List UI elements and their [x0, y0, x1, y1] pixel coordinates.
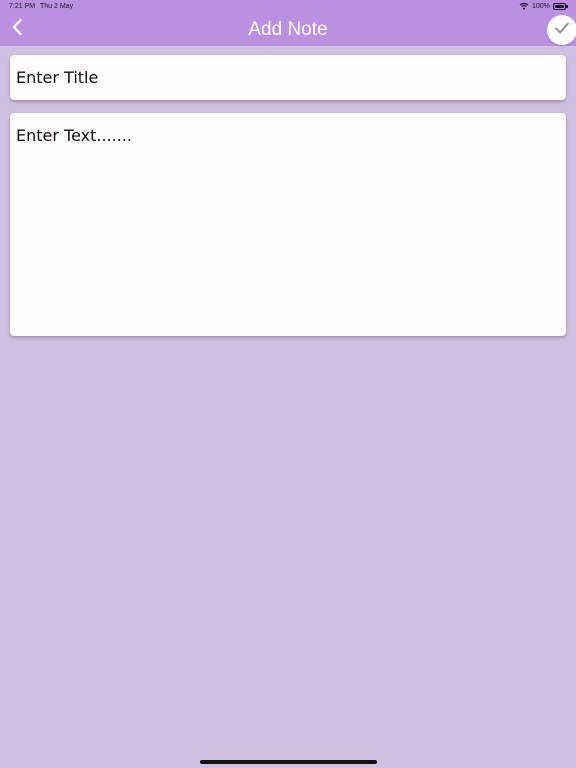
- battery-icon: [553, 3, 568, 10]
- checkmark-icon: [554, 21, 570, 40]
- status-date: Thu 2 May: [40, 3, 74, 10]
- page-title: Add Note: [248, 19, 328, 40]
- save-button[interactable]: [547, 15, 576, 45]
- status-time: 7:21 PM: [9, 3, 36, 10]
- note-text-area[interactable]: [10, 113, 566, 336]
- navigation-bar: 7:21 PM Thu 2 May 100% Add Note: [0, 0, 576, 46]
- home-indicator[interactable]: [200, 760, 377, 764]
- status-bar: 7:21 PM Thu 2 May 100%: [0, 0, 576, 13]
- title-input[interactable]: [10, 55, 566, 100]
- text-card: [10, 113, 566, 336]
- title-card: [10, 55, 566, 100]
- wifi-icon: [519, 2, 529, 12]
- battery-percentage: 100%: [532, 3, 550, 10]
